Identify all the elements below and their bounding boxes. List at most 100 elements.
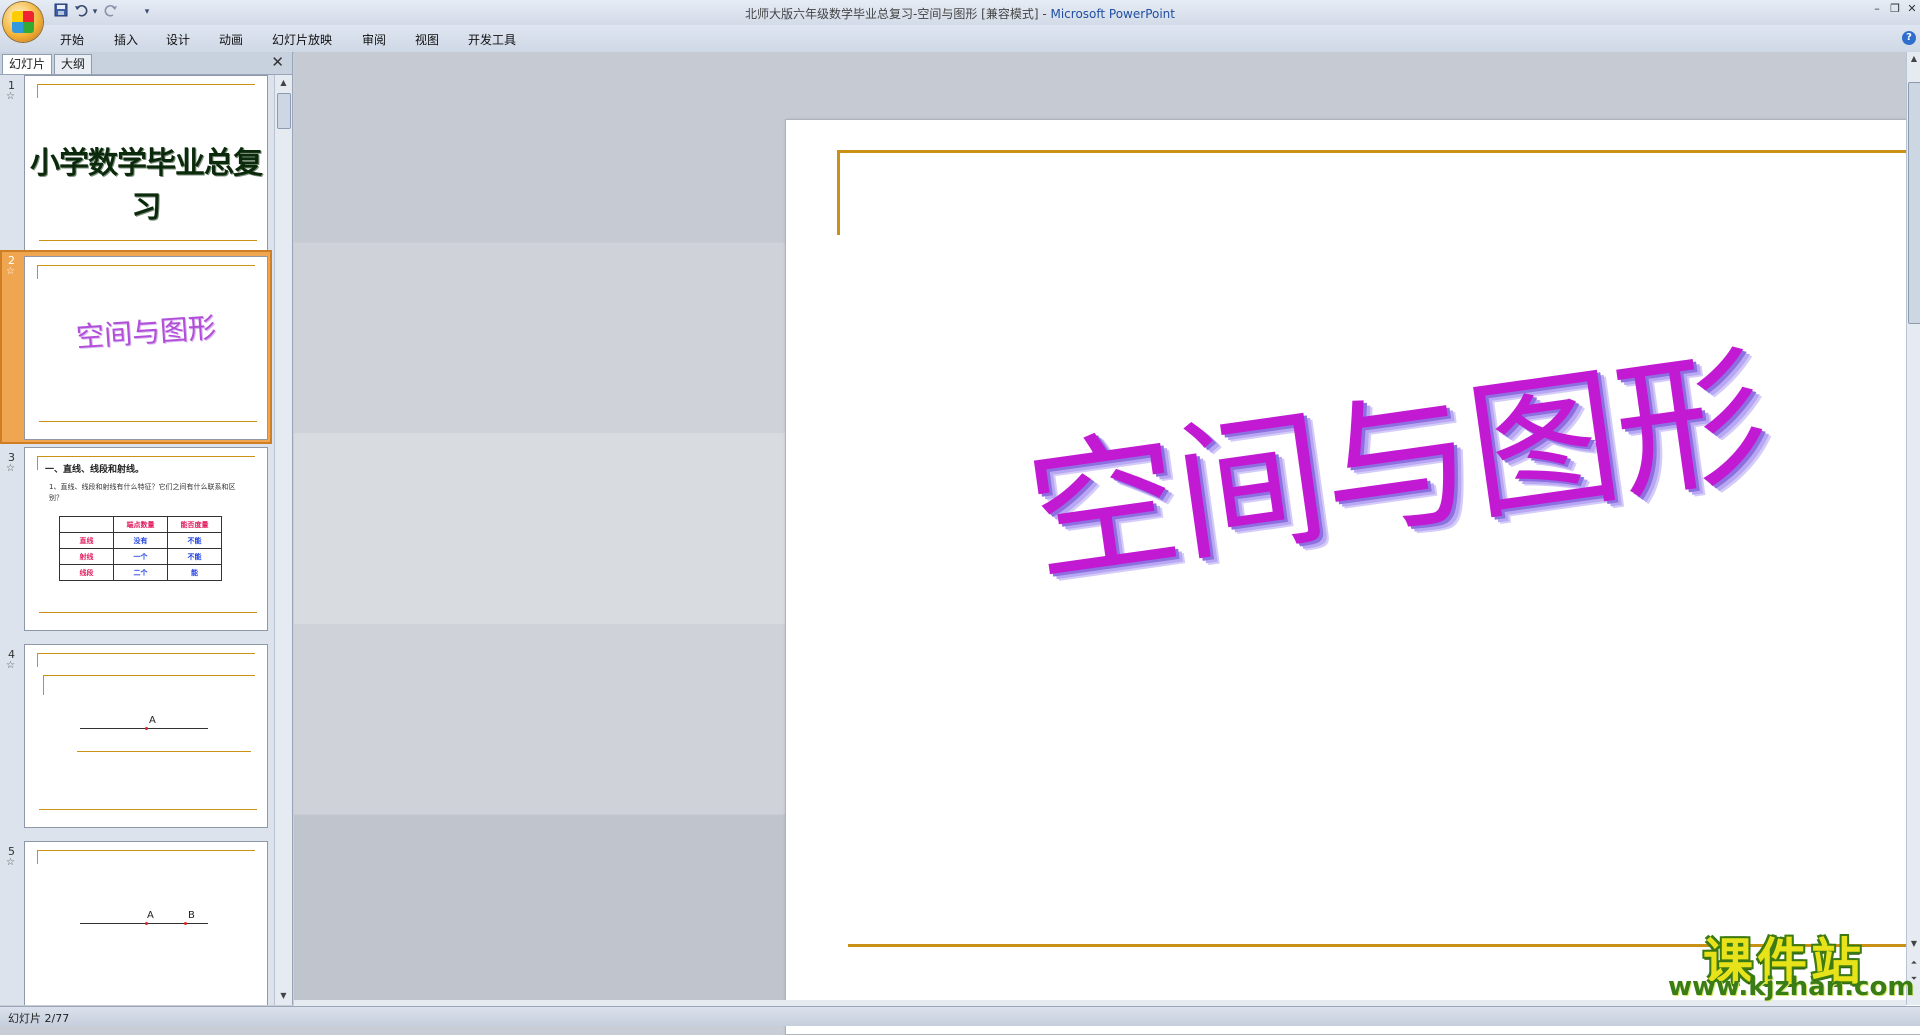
app-name: Microsoft PowerPoint bbox=[1050, 7, 1175, 21]
point-marker bbox=[184, 922, 187, 925]
help-icon[interactable]: ? bbox=[1902, 31, 1916, 45]
table-header bbox=[59, 516, 114, 533]
table-cell: 不能 bbox=[167, 548, 222, 565]
table-header: 能否度量 bbox=[167, 516, 222, 533]
status-bar: 幻灯片 2/77 bbox=[0, 1006, 1920, 1026]
gold-rule bbox=[39, 809, 257, 810]
restore-icon[interactable]: ❐ bbox=[1886, 2, 1904, 16]
scroll-up-icon[interactable]: ▲ bbox=[275, 75, 292, 91]
table-cell: 二个 bbox=[113, 564, 168, 581]
point-label: B bbox=[188, 910, 195, 921]
animation-star-icon: ☆ bbox=[6, 266, 15, 277]
tab-developer[interactable]: 开发工具 bbox=[468, 31, 516, 48]
gold-rule bbox=[837, 150, 840, 235]
point-marker bbox=[145, 727, 148, 730]
scroll-up-icon[interactable]: ▲ bbox=[1907, 52, 1920, 66]
tab-insert[interactable]: 插入 bbox=[114, 31, 138, 48]
current-slide[interactable]: 空间与图形 bbox=[785, 119, 1920, 1035]
title-bar: ▾ ▾ 北师大版六年级数学毕业总复习-空间与图形 [兼容模式] - Micros… bbox=[0, 0, 1920, 42]
point-label: A bbox=[147, 910, 154, 921]
office-logo-icon bbox=[12, 11, 34, 33]
gold-rule bbox=[837, 150, 1920, 153]
slide-thumbnail-2[interactable]: 2 ☆ 空间与图形 bbox=[0, 250, 272, 444]
slide-title[interactable]: 空间与图形 bbox=[777, 261, 1920, 645]
site-watermark: 课件站 www.kjzhan.com bbox=[1668, 922, 1915, 1002]
gold-rule bbox=[37, 84, 38, 98]
previous-slide-icon[interactable]: ⏶ bbox=[1907, 956, 1920, 970]
gold-rule bbox=[39, 421, 257, 422]
slide-thumbnail-1[interactable]: 1 ☆ 小学数学毕业总复习 bbox=[0, 75, 272, 265]
gold-rule bbox=[43, 675, 44, 695]
watermark-url: www.kjzhan.com bbox=[1668, 972, 1915, 1002]
slide-editing-area: 空间与图形 bbox=[294, 52, 1920, 1035]
close-icon[interactable]: ✕ bbox=[1903, 2, 1920, 16]
slide-thumbnail-image: A B bbox=[24, 841, 268, 1005]
gold-rule bbox=[43, 675, 255, 676]
panel-tabs: 幻灯片 大纲 ✕ bbox=[0, 52, 292, 75]
point-marker bbox=[145, 922, 148, 925]
table-cell: 射线 bbox=[59, 548, 114, 565]
animation-star-icon: ☆ bbox=[6, 660, 15, 671]
tab-slide-show[interactable]: 幻灯片放映 bbox=[272, 31, 332, 48]
office-button[interactable] bbox=[3, 2, 43, 42]
tab-review[interactable]: 审阅 bbox=[362, 31, 386, 48]
gold-rule bbox=[37, 456, 255, 457]
vertical-scroll-thumb[interactable] bbox=[1908, 82, 1920, 324]
gold-rule bbox=[39, 612, 257, 613]
gold-rule bbox=[37, 265, 38, 279]
slide-thumbnail-image: 小学数学毕业总复习 bbox=[24, 75, 268, 259]
table-cell: 没有 bbox=[113, 532, 168, 549]
slide-thumbnails: 1 ☆ 小学数学毕业总复习 2 ☆ 空间与图形 3 ☆ 一、直线、线段和射线。 … bbox=[0, 75, 272, 1005]
scroll-down-icon[interactable]: ▼ bbox=[275, 988, 292, 1004]
slide-thumbnail-5[interactable]: 5 ☆ A B bbox=[0, 841, 272, 1005]
close-panel-icon[interactable]: ✕ bbox=[271, 53, 284, 71]
panel-scrollbar[interactable]: ▲ ▼ bbox=[274, 75, 292, 1005]
table-cell: 线段 bbox=[59, 564, 114, 581]
vertical-scrollbar[interactable]: ▲ ▼ ⏶ ⏷ bbox=[1906, 52, 1920, 1005]
point-label: A bbox=[149, 715, 156, 726]
gold-rule bbox=[37, 850, 255, 851]
slide-thumbnail-4[interactable]: 4 ☆ A bbox=[0, 644, 272, 834]
gold-rule bbox=[37, 653, 255, 654]
slide-thumbnail-3[interactable]: 3 ☆ 一、直线、线段和射线。 1、直线、线段和射线有什么特征？它们之间有什么联… bbox=[0, 447, 272, 637]
tab-animations[interactable]: 动画 bbox=[219, 31, 243, 48]
thumbnail-title: 空间与图形 bbox=[75, 311, 218, 354]
gold-rule bbox=[37, 84, 255, 85]
panel-scroll-thumb[interactable] bbox=[277, 93, 291, 129]
table-cell: 能 bbox=[167, 564, 222, 581]
slide-thumbnail-image: A bbox=[24, 644, 268, 828]
gold-rule bbox=[37, 850, 38, 864]
animation-star-icon: ☆ bbox=[6, 463, 15, 474]
tab-design[interactable]: 设计 bbox=[166, 31, 190, 48]
table-header: 端点数量 bbox=[113, 516, 168, 533]
table-cell: 一个 bbox=[113, 548, 168, 565]
thumbnail-table: 端点数量 能否度量 直线 没有 不能 射线 一个 不能 线段 二个 能 bbox=[59, 516, 222, 581]
gold-rule bbox=[37, 456, 38, 470]
window-title: 北师大版六年级数学毕业总复习-空间与图形 [兼容模式] - Microsoft … bbox=[0, 5, 1920, 22]
document-title: 北师大版六年级数学毕业总复习-空间与图形 [兼容模式] - bbox=[745, 7, 1051, 21]
thumbnail-heading: 一、直线、线段和射线。 bbox=[45, 465, 145, 475]
minimize-icon[interactable]: – bbox=[1868, 2, 1886, 16]
slide-thumbnail-image: 一、直线、线段和射线。 1、直线、线段和射线有什么特征？它们之间有什么联系和区别… bbox=[24, 447, 268, 631]
tab-outline[interactable]: 大纲 bbox=[54, 54, 93, 74]
line-segment bbox=[80, 923, 208, 924]
tab-slides[interactable]: 幻灯片 bbox=[2, 54, 53, 74]
gold-rule bbox=[39, 240, 257, 241]
thumbnail-question: 1、直线、线段和射线有什么特征？它们之间有什么联系和区别？ bbox=[49, 483, 236, 502]
gold-rule bbox=[37, 653, 38, 667]
tab-home[interactable]: 开始 bbox=[60, 31, 84, 48]
gold-rule bbox=[37, 265, 255, 266]
tab-view[interactable]: 视图 bbox=[415, 31, 439, 48]
ribbon-tabs: 开始 插入 设计 动画 幻灯片放映 审阅 视图 开发工具 ? bbox=[0, 25, 1920, 53]
animation-star-icon: ☆ bbox=[6, 91, 15, 102]
thumbnail-title: 小学数学毕业总复习 bbox=[30, 146, 263, 225]
line-segment bbox=[80, 728, 208, 729]
slide-thumbnail-image: 空间与图形 bbox=[24, 256, 268, 440]
slides-panel: 幻灯片 大纲 ✕ 1 ☆ 小学数学毕业总复习 2 ☆ 空间与图形 3 ☆ 一、直… bbox=[0, 52, 293, 1005]
slide-counter: 幻灯片 2/77 bbox=[8, 1012, 70, 1025]
table-cell: 直线 bbox=[59, 532, 114, 549]
gold-rule bbox=[77, 751, 251, 752]
animation-star-icon: ☆ bbox=[6, 857, 15, 868]
scroll-down-icon[interactable]: ▼ bbox=[1907, 937, 1920, 951]
table-cell: 不能 bbox=[167, 532, 222, 549]
